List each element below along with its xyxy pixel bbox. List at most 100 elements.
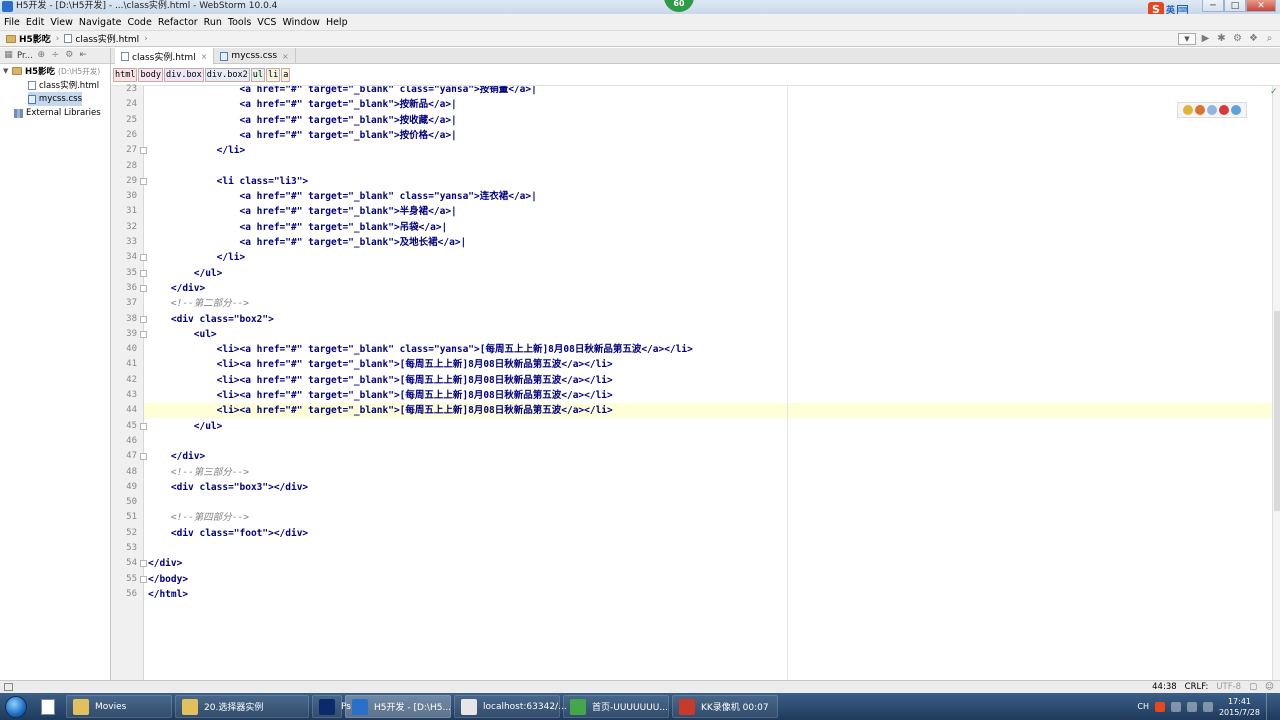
code-line[interactable]: <div class="foot"></div>: [148, 526, 308, 541]
project-view-label[interactable]: Pr...: [17, 51, 33, 61]
code-line[interactable]: </div>: [148, 281, 205, 296]
code-line[interactable]: <a href="#" target="_blank">按价格</a>|: [148, 128, 457, 143]
tag-crumb-a[interactable]: a: [281, 67, 291, 82]
code-line[interactable]: <a href="#" target="_blank">及地长裙</a>|: [148, 235, 467, 250]
firefox-icon[interactable]: [1195, 105, 1205, 115]
code-line[interactable]: </ul>: [148, 266, 223, 281]
code-line[interactable]: <a href="#" target="_blank">吊袋</a>|: [148, 220, 448, 235]
tree-external-libraries[interactable]: External Libraries: [14, 106, 101, 120]
menu-view[interactable]: View: [50, 17, 79, 28]
sogou-tray-icon[interactable]: [1154, 701, 1165, 712]
gear-icon[interactable]: ⚙: [64, 50, 75, 61]
tab-mycss[interactable]: mycss.css ×: [214, 48, 296, 64]
tag-crumb-html[interactable]: html: [113, 67, 138, 82]
menu-edit[interactable]: Edit: [26, 17, 50, 28]
code-line[interactable]: </html>: [148, 587, 188, 602]
taskbar-item[interactable]: KK录像机 00:07: [672, 695, 778, 718]
input-language[interactable]: CH: [1137, 702, 1149, 711]
menu-help[interactable]: Help: [326, 17, 354, 28]
menu-vcs[interactable]: VCS: [257, 17, 282, 28]
expand-arrow-icon[interactable]: ▼: [3, 67, 12, 75]
inspection-ok-icon[interactable]: ✓: [1270, 87, 1278, 97]
chrome-icon[interactable]: [1183, 105, 1193, 115]
code-line[interactable]: <li><a href="#" target="_blank">[每周五上上新]…: [148, 373, 613, 388]
collapse-icon[interactable]: ÷: [50, 50, 61, 61]
menu-window[interactable]: Window: [282, 17, 325, 28]
tab-class-html[interactable]: class实例.html ×: [115, 48, 215, 64]
code-line[interactable]: </div>: [148, 556, 182, 571]
breadcrumb-project[interactable]: H5影吃: [6, 32, 51, 45]
code-line[interactable]: <a href="#" target="_blank">按新品</a>|: [148, 97, 457, 112]
tag-crumb-body[interactable]: body: [138, 67, 163, 82]
code-line[interactable]: <a href="#" target="_blank">半身裙</a>|: [148, 204, 457, 219]
show-desktop-button[interactable]: [1266, 693, 1276, 720]
tree-root[interactable]: ▼ H5影吃 (D:\H5开发): [3, 64, 100, 78]
tag-crumb-div-box[interactable]: div.box: [163, 67, 204, 82]
caret-position[interactable]: 44:38: [1152, 682, 1177, 692]
code-line[interactable]: <!--第二部分-->: [148, 296, 249, 311]
menu-code[interactable]: Code: [127, 17, 157, 28]
code-editor[interactable]: <a href="#" target="_blank" class="yansa…: [144, 86, 1272, 680]
settings-icon[interactable]: ⚙: [1231, 32, 1244, 45]
code-line[interactable]: </li>: [148, 143, 246, 158]
network-icon[interactable]: [1170, 701, 1181, 712]
volume-icon[interactable]: [1186, 701, 1197, 712]
minimize-button[interactable]: ─: [1202, 0, 1224, 12]
taskbar-item[interactable]: Ps: [312, 695, 351, 718]
code-line[interactable]: <li><a href="#" target="_blank">[每周五上上新]…: [148, 357, 613, 372]
breadcrumb-file[interactable]: class实例.html: [64, 32, 139, 45]
code-line[interactable]: <div class="box3"></div>: [148, 480, 308, 495]
lock-icon[interactable]: ▢: [1249, 682, 1257, 692]
scrollbar-thumb[interactable]: [1274, 311, 1280, 511]
code-line[interactable]: </body>: [148, 572, 188, 587]
menu-tools[interactable]: Tools: [228, 17, 257, 28]
code-line[interactable]: <a href="#" target="_blank" class="yansa…: [148, 189, 537, 204]
flag-icon[interactable]: [1202, 701, 1213, 712]
code-line[interactable]: <a href="#" target="_blank">按收藏</a>|: [148, 113, 457, 128]
search-icon[interactable]: ⌕: [1263, 32, 1276, 45]
menu-run[interactable]: Run: [204, 17, 228, 28]
code-line[interactable]: <ul>: [148, 327, 217, 342]
code-line[interactable]: <!--第四部分-->: [148, 510, 249, 525]
code-line[interactable]: <li><a href="#" target="_blank">[每周五上上新]…: [148, 388, 613, 403]
maximize-button[interactable]: □: [1224, 0, 1246, 12]
line-separator[interactable]: CRLF:: [1185, 682, 1209, 692]
taskbar-item[interactable]: H5开发 - [D:\H5...: [345, 695, 451, 718]
menu-file[interactable]: File: [4, 17, 26, 28]
tag-crumb-ul[interactable]: ul: [250, 67, 265, 82]
editor-scrollbar[interactable]: [1272, 86, 1280, 680]
code-line[interactable]: </div>: [148, 449, 205, 464]
code-line[interactable]: <li><a href="#" target="_blank" class="y…: [148, 342, 693, 357]
run-config-dropdown[interactable]: ▼: [1178, 32, 1196, 45]
code-line[interactable]: <li><a href="#" target="_blank">[每周五上上新]…: [148, 403, 613, 418]
tag-crumb-li[interactable]: li: [266, 67, 281, 82]
hide-icon[interactable]: ⇤: [78, 50, 89, 61]
code-line[interactable]: <a href="#" target="_blank" class="yansa…: [148, 86, 537, 97]
ie-icon[interactable]: [1231, 105, 1241, 115]
code-line[interactable]: </li>: [148, 250, 246, 265]
taskbar-item[interactable]: 首页-UUUUUUU...: [563, 695, 669, 718]
tree-file-css[interactable]: mycss.css: [28, 92, 82, 106]
start-button[interactable]: [0, 693, 32, 720]
menu-navigate[interactable]: Navigate: [79, 17, 128, 28]
taskbar-item[interactable]: 20.选择器实例: [175, 695, 309, 718]
ime-keyboard-icon[interactable]: ⌨: [1177, 4, 1188, 15]
code-line[interactable]: <!--第三部分-->: [148, 465, 249, 480]
menu-refactor[interactable]: Refactor: [158, 17, 204, 28]
tool-windows-icon[interactable]: [4, 683, 13, 691]
code-line[interactable]: </ul>: [148, 419, 223, 434]
structure-icon[interactable]: ❖: [1247, 32, 1260, 45]
run-icon[interactable]: ▶: [1199, 32, 1212, 45]
code-line[interactable]: <li class="li3">: [148, 174, 309, 189]
close-tab-icon[interactable]: ×: [201, 52, 208, 61]
quick-launch-explorer[interactable]: [35, 695, 63, 718]
sync-icon[interactable]: ⊕: [36, 50, 47, 61]
code-line[interactable]: <div class="box2">: [148, 312, 274, 327]
opera-icon[interactable]: [1219, 105, 1229, 115]
close-button[interactable]: ✕: [1246, 0, 1276, 12]
project-view-icon[interactable]: ▦: [3, 50, 14, 61]
close-tab-icon[interactable]: ×: [282, 52, 289, 61]
taskbar-item[interactable]: localhost:63342/...: [454, 695, 567, 718]
line-number-gutter[interactable]: 23 24 25 26 27 28 29 30 31 32 33 34 35 36 37 38 39 40 41 42…: [111, 84, 147, 680]
debug-icon[interactable]: ✱: [1215, 32, 1228, 45]
